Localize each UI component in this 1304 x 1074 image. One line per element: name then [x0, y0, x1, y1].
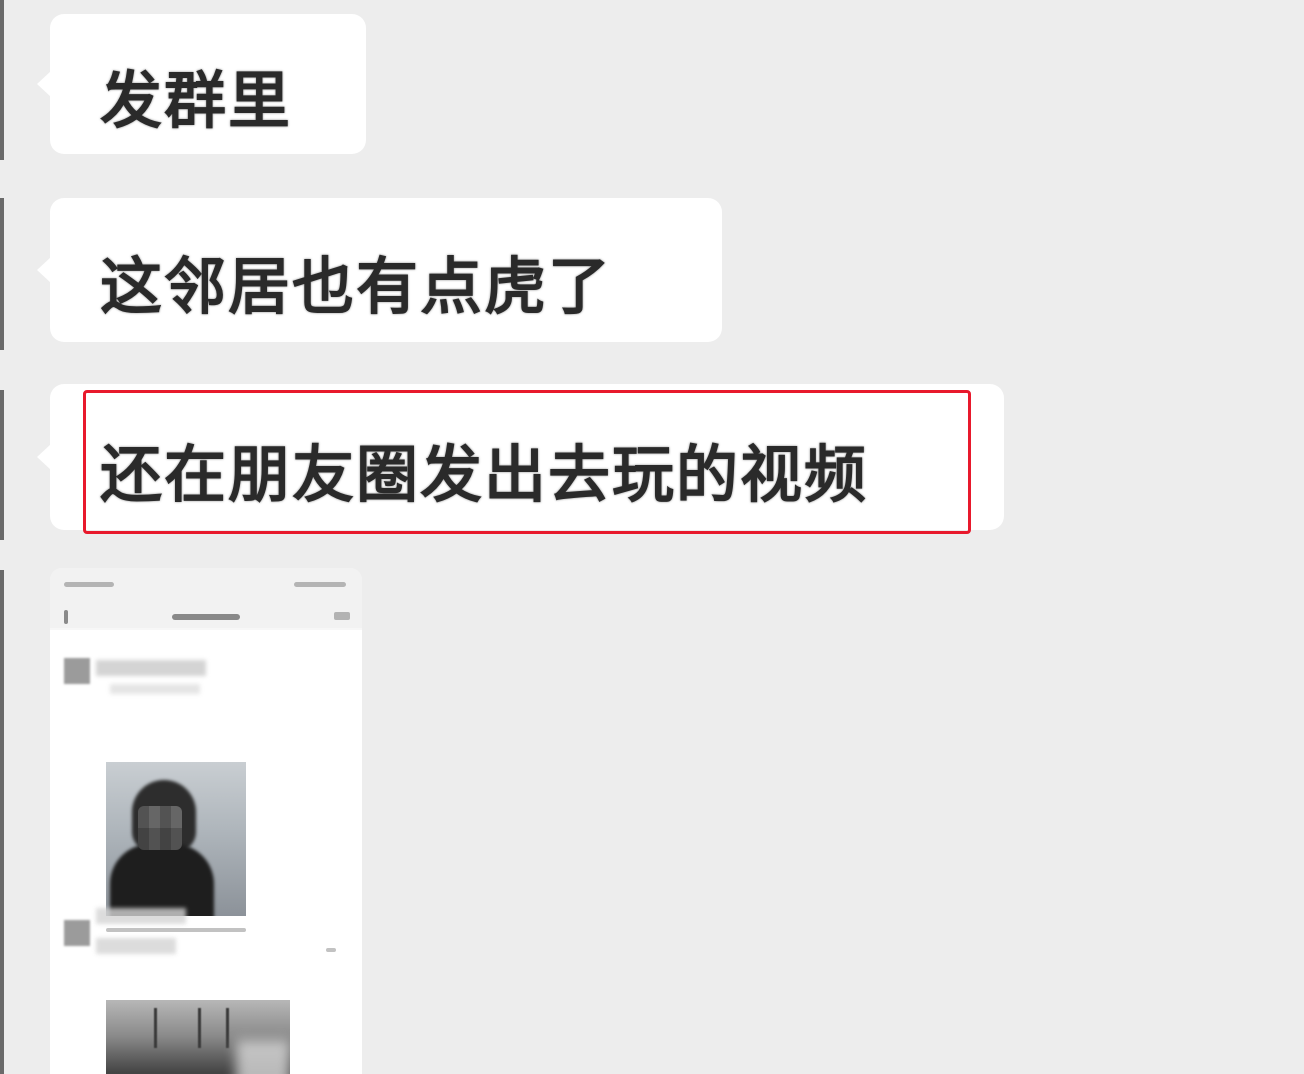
screenshot-more-icon — [334, 612, 350, 620]
screenshot-status-icons — [294, 582, 346, 587]
blurred-caption — [110, 684, 200, 694]
message-bubble[interactable]: 还在朋友圈发出去玩的视频 — [37, 384, 1004, 530]
blurred-username — [96, 660, 206, 676]
message-text: 还在朋友圈发出去玩的视频 — [100, 438, 869, 511]
mosaic-blur-face — [138, 806, 182, 850]
message-bubble[interactable]: 发群里 — [37, 14, 366, 154]
chat-area: 发群里 这邻居也有点虎了 还在朋友圈发出去玩的视频 — [0, 0, 1304, 1074]
boat-mast — [154, 1008, 157, 1048]
screenshot-title — [172, 614, 240, 620]
message-text: 发群里 — [100, 64, 293, 137]
screenshot-moments-feed — [50, 630, 362, 1074]
screenshot-image-message[interactable] — [50, 568, 362, 1074]
blurred-avatar — [64, 658, 90, 684]
post-comment-icon — [326, 948, 336, 952]
message-bubble[interactable]: 这邻居也有点虎了 — [37, 198, 722, 342]
moments-photo-boat — [106, 1000, 290, 1074]
photo-light-area — [236, 1040, 290, 1074]
boat-mast — [198, 1008, 201, 1048]
person-body — [110, 844, 214, 916]
screenshot-header — [50, 568, 362, 628]
screenshot-back-icon — [64, 610, 68, 624]
blurred-avatar — [64, 920, 90, 946]
blurred-username — [96, 938, 176, 954]
post-meta-line — [106, 928, 246, 932]
blurred-username — [96, 908, 186, 924]
boat-mast — [226, 1008, 229, 1048]
message-text: 这邻居也有点虎了 — [100, 250, 613, 323]
screenshot-status-time — [64, 582, 114, 587]
moments-photo-person — [106, 762, 246, 916]
